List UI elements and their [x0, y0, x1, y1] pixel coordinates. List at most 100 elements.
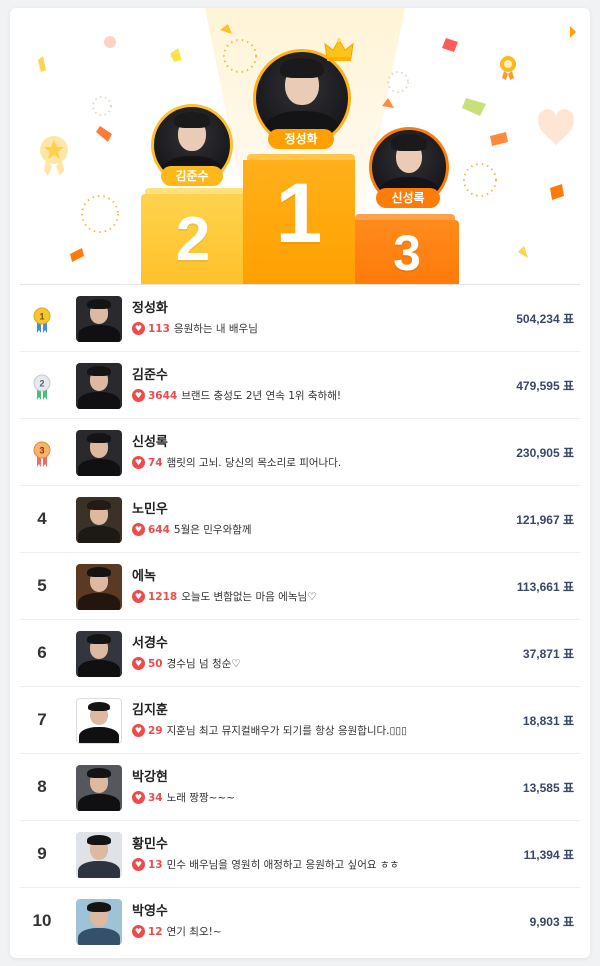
message-text: 연기 최오!~ — [166, 926, 222, 938]
message-text: 응원하는 내 배우님 — [173, 323, 258, 335]
heart-icon: ♥ — [132, 724, 145, 737]
cheer-message: ♥ 113 응원하는 내 배우님 — [132, 321, 258, 336]
actor-name[interactable]: 박영수 — [132, 900, 168, 919]
heart-icon: ♥ — [132, 925, 145, 938]
podium-first-name: 정성화 — [268, 129, 334, 149]
rank-number: 10 — [32, 911, 52, 930]
rank-number: 9 — [37, 844, 47, 863]
gold-medal-icon: 1 — [33, 307, 51, 333]
rank-cell: 3 — [20, 419, 64, 485]
podium-first-number: 1 — [275, 166, 323, 260]
ranking-row[interactable]: 8 박강현 ♥ 34 노래 짱짱~~~ 13,585 표 — [20, 754, 580, 821]
crown-icon — [324, 38, 354, 61]
avatar[interactable] — [76, 497, 122, 543]
actor-name[interactable]: 김지훈 — [132, 699, 168, 718]
message-text: 오늘도 변함없는 마음 에녹님♡ — [181, 591, 317, 603]
silver-medal-icon: 2 — [33, 374, 51, 400]
svg-text:1: 1 — [39, 312, 44, 322]
message-text: 브랜드 충성도 2년 연속 1위 축하해! — [181, 390, 342, 402]
avatar[interactable] — [76, 899, 122, 945]
avatar[interactable] — [76, 631, 122, 677]
cheer-message: ♥ 74 햄릿의 고뇌. 당신의 목소리로 피어나다. — [132, 455, 341, 470]
heart-count: 12 — [148, 925, 163, 938]
vote-count: 11,394 표 — [523, 847, 574, 862]
ranking-row[interactable]: 4 노민우 ♥ 644 5월은 민우와함께 121,967 표 — [20, 486, 580, 553]
cheer-message: ♥ 13 민수 배우님을 영원히 애정하고 응원하고 싶어요 ㅎㅎ — [132, 857, 399, 872]
ranking-row[interactable]: 6 서경수 ♥ 50 경수님 넘 청순♡ 37,871 표 — [20, 620, 580, 687]
heart-count: 3644 — [148, 389, 178, 402]
heart-icon: ♥ — [132, 456, 145, 469]
heart-count: 644 — [148, 523, 170, 536]
avatar[interactable] — [76, 363, 122, 409]
rank-number: 4 — [37, 509, 47, 528]
ranking-list: 1 정성화 ♥ 113 응원하는 내 배우님 504,234 표 2 김준수 ♥… — [20, 284, 580, 954]
heart-count: 13 — [148, 858, 163, 871]
svg-text:2: 2 — [39, 379, 44, 389]
avatar[interactable] — [76, 698, 122, 744]
cheer-message: ♥ 34 노래 짱짱~~~ — [132, 790, 235, 805]
heart-icon: ♥ — [132, 590, 145, 603]
vote-count: 113,661 표 — [516, 579, 574, 594]
actor-name[interactable]: 박강현 — [132, 766, 168, 785]
vote-count: 37,871 표 — [522, 646, 574, 661]
ranking-row[interactable]: 5 에녹 ♥ 1218 오늘도 변함없는 마음 에녹님♡ 113,661 표 — [20, 553, 580, 620]
heart-icon: ♥ — [132, 657, 145, 670]
vote-count: 18,831 표 — [522, 713, 574, 728]
cheer-message: ♥ 50 경수님 넘 청순♡ — [132, 656, 241, 671]
heart-icon: ♥ — [132, 389, 145, 402]
message-text: 노래 짱짱~~~ — [166, 792, 235, 804]
actor-name[interactable]: 에녹 — [132, 565, 156, 584]
avatar[interactable] — [76, 564, 122, 610]
cheer-message: ♥ 12 연기 최오!~ — [132, 924, 222, 939]
ranking-row[interactable]: 1 정성화 ♥ 113 응원하는 내 배우님 504,234 표 — [20, 285, 580, 352]
podium-third-number: 3 — [393, 225, 421, 281]
heart-count: 1218 — [148, 590, 178, 603]
actor-name[interactable]: 서경수 — [132, 632, 168, 651]
podium-third-name: 신성록 — [376, 188, 440, 208]
avatar[interactable] — [76, 296, 122, 342]
rank-number: 6 — [37, 643, 47, 662]
ranking-card: 1 2 3 정성화 김준수 신성록 1 정성화 ♥ 113 응원하는 내 배우님… — [10, 8, 590, 958]
heart-icon: ♥ — [132, 858, 145, 871]
avatar[interactable] — [76, 765, 122, 811]
message-text: 민수 배우님을 영원히 애정하고 응원하고 싶어요 ㅎㅎ — [166, 859, 400, 871]
cheer-message: ♥ 644 5월은 민우와함께 — [132, 522, 252, 537]
message-text: 햄릿의 고뇌. 당신의 목소리로 피어나다. — [166, 457, 342, 469]
actor-name[interactable]: 정성화 — [132, 297, 168, 316]
rank-number: 7 — [37, 710, 47, 729]
rank-cell: 1 — [20, 285, 64, 351]
avatar[interactable] — [76, 832, 122, 878]
cheer-message: ♥ 1218 오늘도 변함없는 마음 에녹님♡ — [132, 589, 317, 604]
actor-name[interactable]: 노민우 — [132, 498, 168, 517]
vote-count: 479,595 표 — [516, 378, 574, 393]
actor-name[interactable]: 김준수 — [132, 364, 168, 383]
podium-section: 1 2 3 정성화 김준수 신성록 — [10, 8, 590, 284]
message-text: 지훈님 최고 뮤지컬배우가 되기를 항상 응원합니다.▯▯▯ — [166, 725, 407, 737]
ranking-row[interactable]: 9 황민수 ♥ 13 민수 배우님을 영원히 애정하고 응원하고 싶어요 ㅎㅎ … — [20, 821, 580, 888]
actor-name[interactable]: 신성록 — [132, 431, 168, 450]
heart-count: 113 — [148, 322, 170, 335]
cheer-message: ♥ 3644 브랜드 충성도 2년 연속 1위 축하해! — [132, 388, 341, 403]
heart-icon: ♥ — [132, 523, 145, 536]
podium-second-name: 김준수 — [161, 166, 223, 186]
ranking-row[interactable]: 10 박영수 ♥ 12 연기 최오!~ 9,903 표 — [20, 888, 580, 954]
message-text: 경수님 넘 청순♡ — [166, 658, 241, 670]
vote-count: 504,234 표 — [516, 311, 574, 326]
ranking-row[interactable]: 3 신성록 ♥ 74 햄릿의 고뇌. 당신의 목소리로 피어나다. 230,90… — [20, 419, 580, 486]
rank-cell: 2 — [20, 352, 64, 418]
svg-text:3: 3 — [39, 446, 44, 456]
ranking-row[interactable]: 2 김준수 ♥ 3644 브랜드 충성도 2년 연속 1위 축하해! 479,5… — [20, 352, 580, 419]
rank-number: 8 — [37, 777, 47, 796]
avatar[interactable] — [76, 430, 122, 476]
heart-count: 29 — [148, 724, 163, 737]
vote-count: 13,585 표 — [522, 780, 574, 795]
podium-second-number: 2 — [175, 205, 211, 274]
vote-count: 121,967 표 — [516, 512, 574, 527]
rank-number: 5 — [37, 576, 47, 595]
cheer-message: ♥ 29 지훈님 최고 뮤지컬배우가 되기를 항상 응원합니다.▯▯▯ — [132, 723, 407, 738]
bronze-medal-icon: 3 — [33, 441, 51, 467]
actor-name[interactable]: 황민수 — [132, 833, 168, 852]
ranking-row[interactable]: 7 김지훈 ♥ 29 지훈님 최고 뮤지컬배우가 되기를 항상 응원합니다.▯▯… — [20, 687, 580, 754]
heart-count: 50 — [148, 657, 163, 670]
heart-icon: ♥ — [132, 791, 145, 804]
